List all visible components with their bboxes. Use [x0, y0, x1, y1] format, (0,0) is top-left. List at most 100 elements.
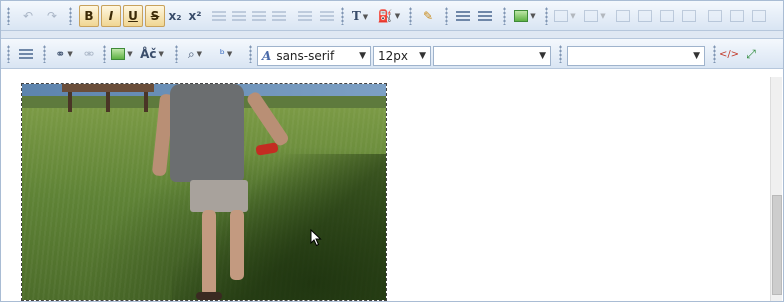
image-child [151, 84, 296, 300]
child-shorts [190, 180, 248, 212]
editor-content-area[interactable] [1, 77, 771, 301]
italic-label: I [108, 9, 114, 23]
superscript-button[interactable]: x² [185, 5, 205, 27]
undo-button[interactable]: ↶ [17, 5, 39, 27]
align-justify-button[interactable] [269, 5, 289, 27]
table-props-button[interactable]: ▼ [581, 5, 609, 27]
chevron-down-icon: ▼ [226, 50, 233, 58]
scrollbar-thumb[interactable] [772, 195, 782, 295]
redo-icon: ↷ [46, 9, 58, 23]
toolbar-grip[interactable] [409, 7, 412, 25]
toolbar-grip[interactable] [69, 7, 72, 25]
underline-button[interactable]: U [123, 5, 143, 27]
highlighter-icon: ✎ [422, 9, 434, 23]
align-center-icon [232, 10, 246, 22]
special-char-button[interactable]: ᵇ ▼ [211, 43, 241, 65]
col-insert-button[interactable] [657, 5, 677, 27]
numbered-list-button[interactable] [475, 5, 495, 27]
unlink-button[interactable]: ⚮ [79, 43, 99, 65]
toolbar-grip[interactable] [43, 45, 46, 63]
toolbar-grip[interactable] [7, 45, 10, 63]
child-leg [230, 210, 244, 280]
child-leg [202, 210, 216, 296]
toolbar-grip[interactable] [175, 45, 178, 63]
insert-image-button[interactable]: ▼ [511, 5, 539, 27]
bold-label: B [84, 9, 94, 23]
toolbar-grip[interactable] [503, 7, 506, 25]
child-arm [245, 90, 291, 148]
text-color-label: T [351, 9, 361, 23]
toolbar-grip[interactable] [249, 45, 252, 63]
paragraph-icon [19, 48, 33, 60]
chevron-down-icon: ▼ [359, 51, 366, 61]
indent-button[interactable] [317, 5, 337, 27]
delete-table-icon [752, 10, 766, 22]
font-family-select[interactable]: A sans-serif ▼ [257, 46, 371, 66]
link-button[interactable]: ⚭ ▼ [49, 43, 79, 65]
align-center-button[interactable] [229, 5, 249, 27]
align-left-button[interactable] [209, 5, 229, 27]
highlighter-button[interactable]: ✎ [417, 5, 439, 27]
merge-cells-button[interactable] [705, 5, 725, 27]
text-color-button[interactable]: T ▼ [347, 5, 373, 27]
style-select[interactable]: ▼ [567, 46, 705, 66]
font-size-select[interactable]: 12px ▼ [373, 46, 431, 66]
toolbar-grip[interactable] [341, 7, 344, 25]
chevron-down-icon: ▼ [127, 50, 133, 58]
chevron-down-icon: ▼ [530, 12, 536, 20]
media-button[interactable]: ▼ [109, 43, 135, 65]
numbered-list-icon [478, 10, 492, 22]
table-props-icon [584, 10, 599, 22]
undo-icon: ↶ [22, 9, 34, 23]
spellcheck-button[interactable]: Åč ▼ [137, 43, 167, 65]
underline-label: U [128, 9, 138, 23]
bullet-list-button[interactable] [453, 5, 473, 27]
insert-table-button[interactable]: ▼ [551, 5, 579, 27]
toolbar-grip[interactable] [545, 7, 548, 25]
spellcheck-label: Åč [140, 47, 157, 61]
align-right-button[interactable] [249, 5, 269, 27]
chevron-down-icon: ▼ [196, 50, 203, 58]
col-delete-icon [682, 10, 696, 22]
delete-table-button[interactable] [749, 5, 769, 27]
outdent-button[interactable] [295, 5, 315, 27]
redo-button[interactable]: ↷ [41, 5, 63, 27]
media-icon [111, 48, 126, 60]
paragraph-button[interactable] [15, 43, 37, 65]
font-icon: A [262, 49, 272, 63]
split-cells-button[interactable] [727, 5, 747, 27]
toolbar-grip[interactable] [445, 7, 448, 25]
find-replace-icon: ⌕ [187, 46, 195, 61]
strikethrough-button[interactable]: S [145, 5, 165, 27]
fullscreen-button[interactable]: ⤢ [741, 43, 761, 65]
chevron-down-icon: ▼ [539, 51, 546, 61]
fill-color-button[interactable]: ⛽ ▼ [375, 5, 403, 27]
shelter-post [106, 92, 110, 112]
format-select[interactable]: ▼ [433, 46, 551, 66]
source-code-button[interactable]: </> [719, 43, 739, 65]
chevron-down-icon: ▼ [362, 11, 369, 21]
fullscreen-icon: ⤢ [746, 46, 756, 61]
superscript-label: x² [188, 9, 202, 23]
bold-button[interactable]: B [79, 5, 99, 27]
find-replace-button[interactable]: ⌕ ▼ [181, 43, 209, 65]
subscript-button[interactable]: x₂ [165, 5, 185, 27]
inserted-image[interactable] [21, 83, 387, 301]
align-left-icon [212, 10, 226, 22]
col-delete-button[interactable] [679, 5, 699, 27]
toolbar-grip[interactable] [103, 45, 106, 63]
font-family-value: sans-serif [276, 49, 335, 63]
source-code-icon: </> [718, 48, 740, 60]
shelter-post [68, 92, 72, 112]
vertical-scrollbar[interactable] [770, 77, 782, 301]
toolbar-grip[interactable] [559, 45, 562, 63]
toolbar-grip[interactable] [7, 7, 10, 25]
row-insert-button[interactable] [613, 5, 633, 27]
bullet-list-icon [456, 10, 470, 22]
row-delete-button[interactable] [635, 5, 655, 27]
toolbar-grip[interactable] [713, 45, 716, 63]
italic-button[interactable]: I [101, 5, 121, 27]
shelter-post [144, 92, 148, 112]
indent-icon [320, 10, 334, 22]
toolbar-divider [1, 31, 783, 39]
